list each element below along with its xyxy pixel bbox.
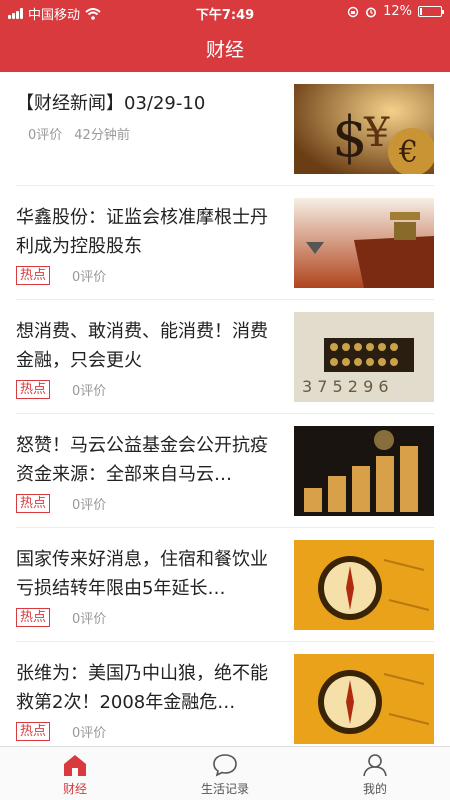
news-thumbnail	[294, 198, 434, 288]
news-title: 张维为：美国乃中山狼，绝不能救第2次！2008年金融危…	[16, 663, 268, 713]
news-item[interactable]: 想消费、敢消费、能消费！消费金融，只会更火 热点 0评价 3 7 5 2 9 6	[16, 300, 434, 414]
tab-label: 生活记录	[200, 781, 249, 796]
carrier-label: 中国移动	[28, 8, 81, 23]
news-feed[interactable]: 【财经新闻】03/29-10 0评价 42分钟前 € $ ¥ 华鑫股份：证监会核…	[0, 72, 450, 746]
news-meta: 热点 0评价	[16, 266, 106, 285]
comment-count: 0评价	[72, 726, 107, 741]
svg-text:€: €	[398, 135, 418, 170]
news-title: 华鑫股份：证监会核准摩根士丹利成为控股股东	[16, 207, 268, 257]
comment-count: 0评价	[28, 128, 63, 143]
news-thumbnail: € $ ¥	[294, 84, 434, 174]
news-title: 国家传来好消息，住宿和餐饮业亏损结转年限由5年延长…	[16, 549, 268, 599]
page-title: 财经	[205, 38, 244, 61]
news-thumbnail	[294, 540, 434, 630]
signal-icon	[8, 8, 23, 19]
svg-text:3 7 5 2 9 6: 3 7 5 2 9 6	[302, 377, 389, 396]
hot-badge: 热点	[16, 380, 51, 399]
news-item[interactable]: 华鑫股份：证监会核准摩根士丹利成为控股股东 热点 0评价	[16, 186, 434, 300]
hot-badge: 热点	[16, 608, 51, 627]
news-title: 【财经新闻】03/29-10	[16, 93, 206, 114]
news-item[interactable]: 国家传来好消息，住宿和餐饮业亏损结转年限由5年延长… 热点 0评价	[16, 528, 434, 642]
news-meta: 热点 0评价	[16, 380, 106, 399]
news-title: 想消费、敢消费、能消费！消费金融，只会更火	[16, 321, 268, 371]
chat-bubble-icon	[213, 753, 237, 776]
tab-life-record[interactable]: 生活记录	[150, 747, 300, 800]
rotation-lock-icon	[347, 6, 359, 17]
comment-count: 0评价	[72, 384, 107, 399]
news-meta: 0评价 42分钟前	[28, 124, 130, 143]
alarm-icon	[366, 7, 377, 17]
hot-badge: 热点	[16, 722, 51, 741]
svg-text:$: $	[332, 105, 368, 170]
home-icon	[64, 754, 86, 776]
tab-label: 我的	[362, 781, 387, 796]
news-thumbnail	[294, 426, 434, 516]
news-meta: 热点 0评价	[16, 494, 106, 513]
news-item[interactable]: 怒赞！马云公益基金会公开抗疫资金来源：全部来自马云… 热点 0评价	[16, 414, 434, 528]
battery-icon	[418, 6, 444, 17]
tab-mine[interactable]: 我的	[300, 747, 450, 800]
battery-percent: 12%	[383, 4, 412, 19]
news-item[interactable]: 张维为：美国乃中山狼，绝不能救第2次！2008年金融危… 热点 0评价	[16, 642, 434, 746]
hot-badge: 热点	[16, 494, 51, 513]
tab-bar: 财经 生活记录 我的	[0, 746, 450, 800]
comment-count: 0评价	[72, 498, 107, 513]
tab-label: 财经	[62, 781, 87, 796]
news-meta: 热点 0评价	[16, 722, 106, 741]
comment-count: 0评价	[72, 270, 107, 285]
svg-text:¥: ¥	[363, 110, 390, 156]
status-left: 中国移动	[8, 4, 101, 23]
nav-bar: 财经	[0, 24, 450, 72]
tab-finance[interactable]: 财经	[0, 747, 150, 800]
comment-count: 0评价	[72, 612, 107, 627]
news-thumbnail	[294, 654, 434, 744]
status-bar: 中国移动 下午7:49 12%	[0, 0, 450, 24]
news-meta: 热点 0评价	[16, 608, 106, 627]
news-item[interactable]: 【财经新闻】03/29-10 0评价 42分钟前 € $ ¥	[16, 72, 434, 186]
news-title: 怒赞！马云公益基金会公开抗疫资金来源：全部来自马云…	[16, 435, 268, 485]
user-icon	[363, 753, 387, 776]
news-thumbnail: 3 7 5 2 9 6	[294, 312, 434, 402]
status-right: 12%	[347, 4, 444, 19]
hot-badge: 热点	[16, 266, 51, 285]
wifi-icon	[85, 7, 101, 20]
time-ago: 42分钟前	[74, 128, 130, 143]
